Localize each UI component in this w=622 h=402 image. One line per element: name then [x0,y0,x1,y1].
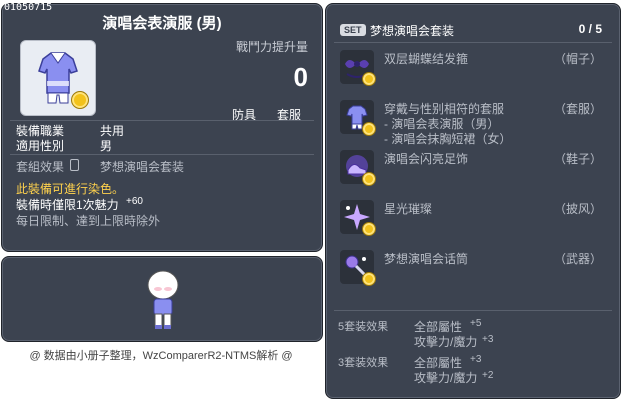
set-item-icon-2 [340,100,376,136]
coin-icon [362,272,376,286]
dye-note: 此裝備可進行染色。 [16,182,125,196]
set-badge: SET [340,24,366,36]
set-effect-5-label: 5套装效果 [338,321,389,333]
set-item-icon-4 [340,200,376,236]
set-item-slot-4: （披风） [553,202,602,216]
item-tooltip-panel: 01050715 演唱会表演服 (男) 戰鬥力提升量 0 防具 套服 裝備職業 … [1,2,323,252]
set-name: 梦想演唱会套装 [370,24,455,38]
set-item-name-1: 双层蝴蝶结发箍 [384,52,469,66]
character-avatar [147,270,179,329]
lock-icon [70,159,79,171]
set-effect-3-label: 3套装效果 [338,357,389,369]
divider [334,310,612,311]
set-item-icon-1 [340,50,376,86]
power-value: 0 [293,62,308,92]
coin-icon [362,122,376,136]
set-effect-5-stat-2: 攻擊力/魔力 [414,335,478,349]
coin-icon [362,72,376,86]
set-item-icon-3 [340,150,376,186]
info-gender-value: 男 [100,139,113,153]
set-item-slot-3: （鞋子） [553,152,602,166]
set-item-slot-5: （武器） [553,252,602,266]
limit-note: 每日限制、達到上限時除外 [16,214,161,228]
set-item-name-5: 梦想演唱会话筒 [384,252,469,266]
divider [10,120,314,121]
item-title: 演唱会表演服 (男) [102,15,222,32]
set-panel: SET 梦想演唱会套装 0 / 5 双层蝴蝶结发箍 （帽子） 穿戴与性别相符的套… [325,3,621,399]
set-item-sub-2: - 演唱会抹胸短裙（女） [384,132,512,146]
info-gender-label: 適用性別 [16,139,65,153]
divider [334,42,612,43]
set-effect-3-value-1: +3 [470,354,482,365]
charm-value: +60 [126,196,143,207]
set-item-slot-1: （帽子） [553,52,602,66]
coin-icon [362,222,376,236]
item-icon-box [20,40,96,116]
footer-credit: @ 数据由小册子整理，WzComparerR2-NTMS解析 @ [29,350,293,362]
set-effect-5-value-2: +3 [482,334,494,345]
character-preview-panel [1,256,323,342]
set-effect-label: 套組效果 [16,160,65,174]
set-effect-5-value-1: +5 [470,318,482,329]
coin-icon [362,172,376,186]
set-item-slot-2: （套服） [553,102,602,116]
coin-icon [71,91,89,109]
set-item-name-4: 星光璀璨 [384,202,433,216]
set-item-icon-5 [340,250,376,286]
set-effect-3-stat-2: 攻擊力/魔力 [414,371,478,385]
power-label: 戰鬥力提升量 [235,40,308,54]
set-count: 0 / 5 [578,22,602,36]
set-effect-3-value-2: +2 [482,370,494,381]
set-item-name-3: 演唱会闪亮足饰 [384,152,469,166]
charm-label: 裝備時僅限1次魅力 [16,198,119,212]
set-effect-value: 梦想演唱会套装 [100,160,185,174]
divider [10,154,314,155]
